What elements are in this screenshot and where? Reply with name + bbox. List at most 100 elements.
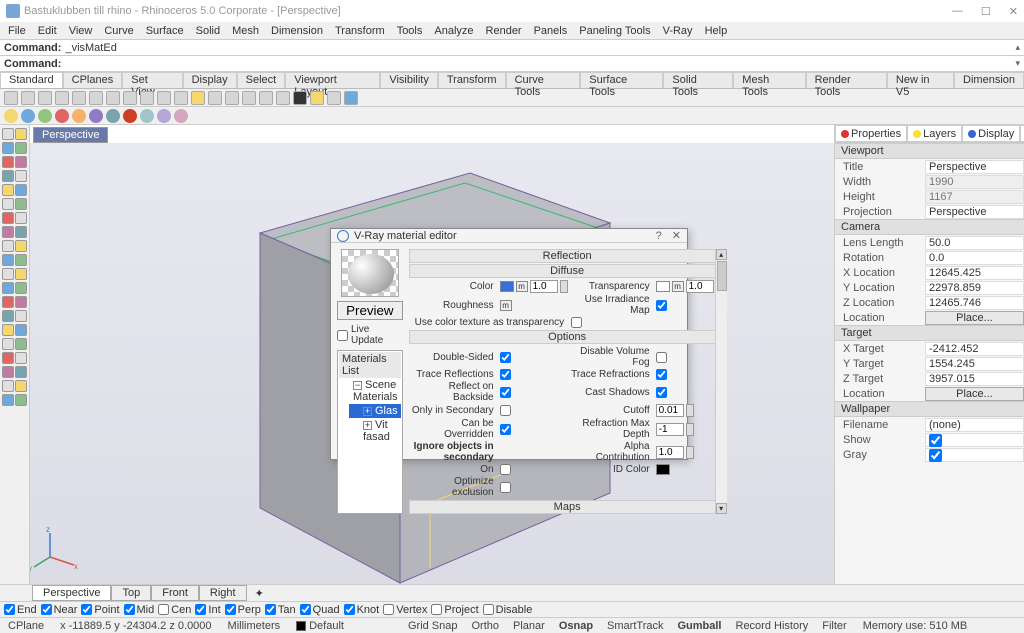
status-ortho[interactable]: Ortho bbox=[468, 620, 504, 632]
menu-solid[interactable]: Solid bbox=[192, 24, 224, 38]
band-reflection[interactable]: Reflection bbox=[409, 249, 726, 263]
rough-map-button[interactable]: m bbox=[500, 300, 512, 311]
band-diffuse[interactable]: Diffuse bbox=[409, 264, 726, 278]
osnap-tan[interactable]: Tan bbox=[265, 604, 296, 616]
tool-icon[interactable] bbox=[15, 380, 27, 392]
tooltab-new-in-v5[interactable]: New in V5 bbox=[887, 72, 954, 88]
tree-item-glas[interactable]: +Glas bbox=[349, 404, 401, 418]
prop-projection[interactable]: Perspective bbox=[925, 205, 1024, 219]
preview-button[interactable]: Preview bbox=[337, 301, 402, 320]
diffuse-map-button[interactable]: m bbox=[516, 281, 528, 292]
tooltab-solid-tools[interactable]: Solid Tools bbox=[663, 72, 733, 88]
tool-icon[interactable] bbox=[15, 352, 27, 364]
tool-icon[interactable] bbox=[15, 240, 27, 252]
prop-title[interactable]: Perspective bbox=[925, 160, 1024, 174]
tooltab-visibility[interactable]: Visibility bbox=[380, 72, 438, 88]
tool-icon[interactable] bbox=[2, 212, 14, 224]
refr-max-input[interactable] bbox=[656, 423, 684, 436]
tool-icon[interactable] bbox=[2, 366, 14, 378]
tooltab-transform[interactable]: Transform bbox=[438, 72, 506, 88]
command-input[interactable] bbox=[65, 58, 1024, 70]
prop-x-location[interactable]: 12645.425 bbox=[925, 266, 1024, 280]
chk-show[interactable] bbox=[929, 434, 942, 447]
tooltab-dimension[interactable]: Dimension bbox=[954, 72, 1024, 88]
tool-icon[interactable] bbox=[15, 268, 27, 280]
tool-icon[interactable] bbox=[2, 226, 14, 238]
cutoff-input[interactable] bbox=[656, 404, 684, 417]
view-tab-perspective[interactable]: Perspective bbox=[32, 585, 111, 601]
vray-render-icon[interactable] bbox=[38, 109, 52, 123]
materials-list[interactable]: Materials List −Scene Materials +Glas +V… bbox=[337, 350, 403, 514]
print-icon[interactable] bbox=[55, 91, 69, 105]
tool-icon[interactable] bbox=[2, 296, 14, 308]
osnap-mid[interactable]: Mid bbox=[124, 604, 155, 616]
copy-icon[interactable] bbox=[89, 91, 103, 105]
vray-light-icon[interactable] bbox=[140, 109, 154, 123]
diffuse-mult[interactable] bbox=[530, 280, 558, 293]
tool-icon[interactable] bbox=[2, 198, 14, 210]
osnap-point[interactable]: Point bbox=[81, 604, 119, 616]
menu-tools[interactable]: Tools bbox=[393, 24, 427, 38]
transp-map-button[interactable]: m bbox=[672, 281, 684, 292]
diffuse-color-swatch[interactable] bbox=[500, 281, 514, 292]
opt-ex-check[interactable] bbox=[500, 482, 511, 493]
props-icon[interactable] bbox=[276, 91, 290, 105]
alpha-input[interactable] bbox=[656, 446, 684, 459]
tooltab-standard[interactable]: Standard bbox=[0, 72, 63, 88]
vray-proxy-icon[interactable] bbox=[174, 109, 188, 123]
scroll-thumb[interactable] bbox=[717, 261, 727, 291]
menu-paneling-tools[interactable]: Paneling Tools bbox=[575, 24, 654, 38]
osnap-int[interactable]: Int bbox=[195, 604, 220, 616]
tool-icon[interactable] bbox=[2, 128, 14, 140]
tool-icon[interactable] bbox=[2, 338, 14, 350]
tree-scene-materials[interactable]: −Scene Materials bbox=[339, 378, 401, 404]
scroll-down-icon[interactable]: ▾ bbox=[716, 503, 727, 514]
spinner-icon[interactable] bbox=[686, 446, 694, 459]
viewport-tab-perspective[interactable]: Perspective bbox=[33, 127, 108, 143]
chk-gray[interactable] bbox=[929, 449, 942, 462]
vray-fb-icon[interactable] bbox=[89, 109, 103, 123]
status-filter[interactable]: Filter bbox=[818, 620, 850, 632]
tool-icon[interactable] bbox=[15, 324, 27, 336]
tool-icon[interactable] bbox=[15, 128, 27, 140]
use-col-tex-check[interactable] bbox=[571, 317, 582, 328]
vray-globe-icon[interactable] bbox=[21, 109, 35, 123]
status-gumball[interactable]: Gumball bbox=[673, 620, 725, 632]
menu-render[interactable]: Render bbox=[482, 24, 526, 38]
trace-refr-check[interactable] bbox=[656, 369, 667, 380]
redo-icon[interactable] bbox=[140, 91, 154, 105]
menu-panels[interactable]: Panels bbox=[530, 24, 572, 38]
tool-icon[interactable] bbox=[2, 142, 14, 154]
tool-icon[interactable] bbox=[15, 282, 27, 294]
menu-v-ray[interactable]: V-Ray bbox=[659, 24, 697, 38]
tab-properties[interactable]: Properties bbox=[835, 125, 907, 142]
menu-mesh[interactable]: Mesh bbox=[228, 24, 263, 38]
tooltab-surface-tools[interactable]: Surface Tools bbox=[580, 72, 663, 88]
sel-icon[interactable] bbox=[191, 91, 205, 105]
show-icon[interactable] bbox=[225, 91, 239, 105]
menu-dimension[interactable]: Dimension bbox=[267, 24, 327, 38]
transp-color-swatch[interactable] bbox=[656, 281, 670, 292]
undo-icon[interactable] bbox=[123, 91, 137, 105]
spinner-icon[interactable] bbox=[560, 280, 568, 293]
tool-icon[interactable] bbox=[15, 226, 27, 238]
prop-y-location[interactable]: 22978.859 bbox=[925, 281, 1024, 295]
tool-icon[interactable] bbox=[15, 254, 27, 266]
id-color-swatch[interactable] bbox=[656, 464, 670, 475]
dis-vol-fog-check[interactable] bbox=[656, 352, 667, 363]
band-maps[interactable]: Maps bbox=[409, 500, 726, 514]
menu-transform[interactable]: Transform bbox=[331, 24, 389, 38]
vray-cam-icon[interactable] bbox=[157, 109, 171, 123]
prop-z-location[interactable]: 12465.746 bbox=[925, 296, 1024, 310]
osnap-project[interactable]: Project bbox=[431, 604, 478, 616]
dialog-close-icon[interactable]: ✕ bbox=[672, 229, 681, 242]
status-planar[interactable]: Planar bbox=[509, 620, 549, 632]
shade-icon[interactable] bbox=[310, 91, 324, 105]
vray-rt-icon[interactable] bbox=[72, 109, 86, 123]
only-sec-check[interactable] bbox=[500, 405, 511, 416]
render-icon[interactable] bbox=[293, 91, 307, 105]
tree-item-vitfasad[interactable]: +Vit fasad bbox=[349, 418, 401, 444]
scroll-up-icon[interactable]: ▴ bbox=[1015, 42, 1020, 53]
menu-analyze[interactable]: Analyze bbox=[430, 24, 477, 38]
tool-icon[interactable] bbox=[15, 170, 27, 182]
